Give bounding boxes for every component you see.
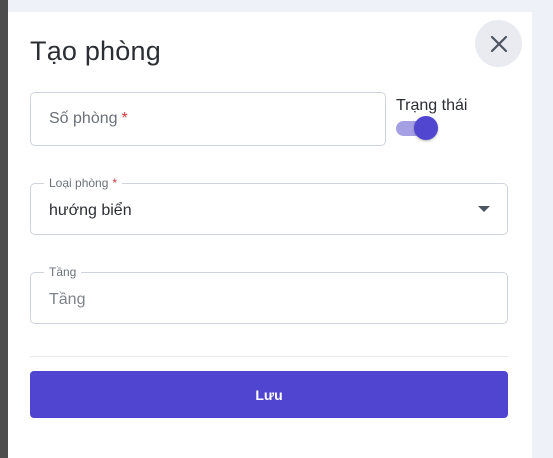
background-sidebar-edge [0, 0, 8, 458]
status-label: Trạng thái [396, 97, 468, 114]
required-mark: * [112, 176, 118, 190]
create-room-dialog: Tạo phòng Số phòng * Trạng thái Loại phòn… [8, 12, 532, 458]
status-toggle[interactable] [396, 116, 440, 140]
floor-input[interactable]: Tầng Tầng [30, 266, 508, 324]
room-number-input[interactable]: Số phòng * [30, 92, 386, 146]
divider [30, 356, 508, 357]
room-number-placeholder: Số phòng * [49, 110, 128, 127]
save-button[interactable]: Lưu [30, 371, 508, 418]
required-mark: * [121, 110, 128, 127]
close-icon [490, 35, 508, 53]
dialog-title: Tạo phòng [30, 36, 161, 66]
room-type-select[interactable]: Loại phòng * hướng biển [30, 177, 508, 235]
room-type-label: Loại phòng * [44, 176, 123, 190]
floor-placeholder: Tầng [49, 291, 86, 308]
toggle-knob [414, 116, 438, 140]
room-type-value: hướng biển [49, 202, 132, 219]
floor-label: Tầng [44, 266, 82, 278]
caret-down-icon [478, 206, 490, 212]
close-button[interactable] [475, 20, 522, 67]
